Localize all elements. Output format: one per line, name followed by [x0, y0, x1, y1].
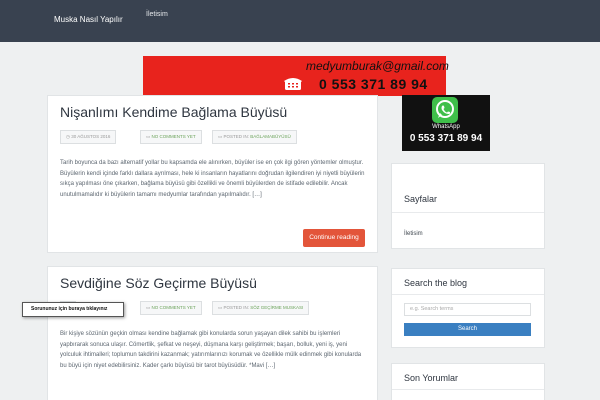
- whatsapp-label: WhatsApp: [432, 124, 460, 130]
- search-button[interactable]: Search: [404, 323, 531, 336]
- pages-widget: Sayfalar İletisim: [391, 163, 545, 249]
- top-navbar: Muska Nasıl Yapılır İletisim: [0, 0, 600, 42]
- recent-comments-widget: Son Yorumlar: [391, 363, 545, 400]
- pages-title: Sayfalar: [404, 194, 438, 204]
- banner-email: medyumburak@gmail.com: [306, 59, 449, 73]
- recent-comments-title: Son Yorumlar: [404, 373, 459, 383]
- post-comments[interactable]: ▭ NO COMMENTS YET: [140, 301, 202, 315]
- post-title[interactable]: Sevdiğine Söz Geçirme Büyüsü: [60, 275, 257, 291]
- post-comments[interactable]: ▭ NO COMMENTS YET: [140, 130, 202, 144]
- continue-reading-button[interactable]: Continue reading: [303, 229, 365, 247]
- post-date: ◷ 30 AĞUSTOS 2016: [60, 130, 117, 144]
- post-title[interactable]: Nişanlımı Kendime Bağlama Büyüsü: [60, 104, 287, 120]
- whatsapp-phone: 0 553 371 89 94: [409, 133, 483, 144]
- post-excerpt: Bir kişiye sözünün geçkin olması kendine…: [60, 331, 362, 369]
- post-card: Nişanlımı Kendime Bağlama Büyüsü ◷ 30 AĞ…: [47, 95, 378, 253]
- ad-banner[interactable]: medyumburak@gmail.com 0 553 371 89 94: [143, 56, 449, 96]
- search-input[interactable]: e.g. Search terms: [404, 303, 531, 316]
- divider: [392, 212, 544, 213]
- post-category[interactable]: ▭ POSTED IN: SÖZ GEÇİRME MUSKASI: [212, 301, 310, 315]
- site-brand[interactable]: Muska Nasıl Yapılır: [54, 15, 123, 24]
- telephone-icon: [284, 78, 302, 90]
- help-tooltip[interactable]: Sorununuz için buraya tıklayınız: [22, 302, 124, 317]
- post-category[interactable]: ▭ POSTED IN: BAĞLAMABÜYÜSÜ: [212, 130, 297, 144]
- whatsapp-icon: [432, 97, 458, 123]
- banner-phone: 0 553 371 89 94: [319, 76, 428, 92]
- nav-item-iletisim[interactable]: İletisim: [146, 11, 168, 18]
- search-widget: Search the blog e.g. Search terms Search: [391, 268, 545, 348]
- post-card: Sevdiğine Söz Geçirme Büyüsü ◷ ▭ NO COMM…: [47, 266, 378, 400]
- pages-link-iletisim[interactable]: İletisim: [404, 231, 423, 237]
- whatsapp-widget[interactable]: WhatsApp 0 553 371 89 94: [402, 95, 490, 151]
- search-title: Search the blog: [404, 278, 468, 288]
- divider: [392, 389, 544, 390]
- divider: [392, 294, 544, 295]
- post-excerpt: Tarih boyunca da bazı alternatif yollar …: [60, 160, 365, 198]
